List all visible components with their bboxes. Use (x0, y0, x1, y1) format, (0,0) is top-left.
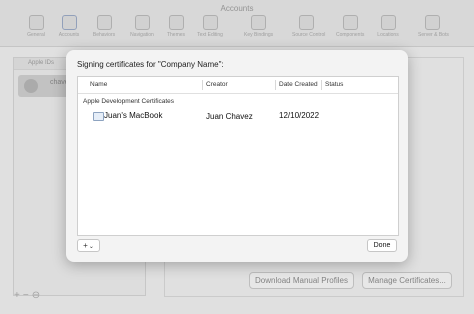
column-divider (275, 80, 276, 90)
done-button[interactable]: Done (367, 239, 397, 252)
certificate-name: Juan's MacBook (104, 111, 163, 120)
table-row[interactable]: Juan's MacBook Juan Chavez 12/10/2022 (78, 110, 398, 124)
certificate-icon (93, 112, 104, 121)
add-certificate-button[interactable]: +⌄ (77, 239, 100, 252)
plus-icon: + (83, 241, 88, 250)
column-header-name[interactable]: Name (90, 81, 107, 88)
table-header: Name Creator Date Created Status (78, 77, 398, 94)
sheet-title: Signing certificates for "Company Name": (77, 60, 224, 69)
certificate-group-label: Apple Development Certificates (83, 98, 175, 105)
column-header-status[interactable]: Status (325, 81, 343, 88)
certificate-date: 12/10/2022 (279, 111, 320, 120)
column-header-creator[interactable]: Creator (206, 81, 228, 88)
certificates-table: Name Creator Date Created Status Apple D… (77, 76, 399, 236)
signing-certificates-sheet: Signing certificates for "Company Name":… (66, 50, 408, 262)
chevron-down-icon: ⌄ (88, 244, 94, 250)
column-divider (321, 80, 322, 90)
certificate-creator: Juan Chavez (206, 112, 253, 121)
column-header-date-created[interactable]: Date Created (279, 81, 318, 88)
column-divider (202, 80, 203, 90)
